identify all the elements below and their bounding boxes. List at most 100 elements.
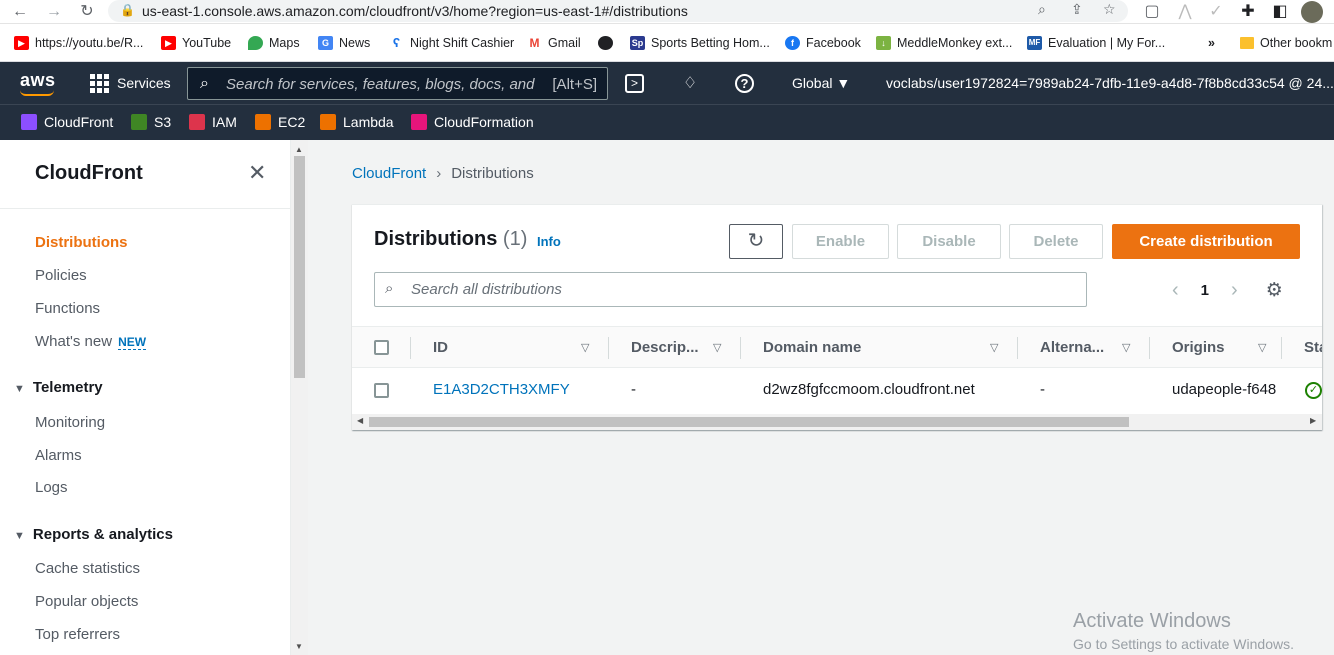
enable-button[interactable]: Enable bbox=[792, 224, 889, 259]
column-header-alternate[interactable]: Alterna... ▽ bbox=[1040, 339, 1130, 356]
close-icon[interactable]: ✕ bbox=[248, 162, 266, 184]
side-navigation: CloudFront ✕ Distributions Policies Func… bbox=[0, 140, 291, 655]
chevron-right-icon[interactable]: › bbox=[1231, 279, 1238, 302]
divider bbox=[0, 208, 291, 209]
column-header-origins[interactable]: Origins ▽ bbox=[1172, 339, 1266, 356]
scroll-left-icon[interactable]: ◀ bbox=[357, 416, 363, 425]
sidepanel-icon[interactable]: ◧ bbox=[1270, 2, 1290, 22]
refresh-button[interactable]: ↻ bbox=[729, 224, 783, 259]
scroll-up-icon[interactable]: ▲ bbox=[295, 145, 303, 154]
column-header-description[interactable]: Descrip... ▽ bbox=[631, 339, 721, 356]
browser-toolbar: ← → ↻ 🔒 us-east-1.console.aws.amazon.com… bbox=[0, 0, 1334, 24]
search-input[interactable]: ⌕ Search all distributions bbox=[374, 272, 1087, 307]
distribution-id-link[interactable]: E1A3D2CTH3XMFY bbox=[433, 381, 570, 398]
sidebar-item-distributions[interactable]: Distributions bbox=[35, 234, 128, 251]
extension-icon[interactable]: ▢ bbox=[1142, 2, 1162, 22]
puzzle-icon[interactable]: ✚ bbox=[1238, 2, 1258, 22]
create-distribution-button[interactable]: Create distribution bbox=[1112, 224, 1300, 259]
back-icon[interactable]: ← bbox=[10, 2, 30, 22]
favorite-s3[interactable]: S3 bbox=[131, 114, 171, 130]
column-header-domain-name[interactable]: Domain name ▽ bbox=[763, 339, 998, 356]
favorite-iam[interactable]: IAM bbox=[189, 114, 237, 130]
scroll-right-icon[interactable]: ▶ bbox=[1310, 416, 1316, 425]
bookmark-item[interactable]: G News bbox=[318, 34, 370, 52]
sidebar-item-alarms[interactable]: Alarms bbox=[35, 447, 82, 464]
bookmark-item[interactable]: ↓ MeddleMonkey ext... bbox=[876, 34, 1012, 52]
bookmark-icon: ʕ bbox=[389, 36, 404, 50]
youtube-icon: ▶ bbox=[161, 36, 176, 50]
avatar[interactable] bbox=[1301, 1, 1323, 23]
account-menu[interactable]: voclabs/user1972824=7989ab24-7dfb-11e9-a… bbox=[886, 75, 1334, 91]
sidebar-item-functions[interactable]: Functions bbox=[35, 300, 100, 317]
other-bookmarks[interactable]: Other bookm bbox=[1240, 34, 1332, 52]
aws-global-nav: aws Services ⌕ Search for services, feat… bbox=[0, 62, 1334, 104]
sidebar-item-whats-new[interactable]: What's new NEW bbox=[35, 333, 147, 350]
bookmark-item[interactable]: ʕ Night Shift Cashier bbox=[389, 34, 514, 52]
star-icon[interactable]: ☆ bbox=[1103, 1, 1116, 18]
facebook-icon: f bbox=[785, 36, 800, 50]
favorite-ec2[interactable]: EC2 bbox=[255, 114, 305, 130]
bookmark-item[interactable]: MF Evaluation | My For... bbox=[1027, 34, 1165, 52]
sidebar-item-policies[interactable]: Policies bbox=[35, 267, 87, 284]
select-all-checkbox[interactable] bbox=[374, 340, 389, 355]
section-reports[interactable]: ▼ Reports & analytics bbox=[14, 526, 173, 543]
bookmark-item[interactable]: Sp Sports Betting Hom... bbox=[630, 34, 770, 52]
extension-icon[interactable]: ⋀ bbox=[1175, 2, 1195, 22]
sidebar-item-monitoring[interactable]: Monitoring bbox=[35, 414, 105, 431]
chevron-left-icon[interactable]: ‹ bbox=[1172, 279, 1179, 302]
sidebar-item-top-referrers[interactable]: Top referrers bbox=[35, 626, 120, 643]
table-horizontal-scrollbar[interactable]: ◀ ▶ bbox=[352, 414, 1322, 430]
bookmark-item[interactable]: M Gmail bbox=[527, 34, 581, 52]
grid-icon bbox=[90, 73, 109, 93]
url-text: us-east-1.console.aws.amazon.com/cloudfr… bbox=[142, 3, 688, 19]
caret-down-icon: ▼ bbox=[14, 530, 25, 542]
favorite-lambda[interactable]: Lambda bbox=[320, 114, 394, 130]
gmail-icon: M bbox=[527, 36, 542, 50]
services-menu-button[interactable]: Services bbox=[90, 72, 171, 94]
region-selector[interactable]: Global ▼ bbox=[792, 75, 850, 91]
column-header-status[interactable]: Sta bbox=[1304, 339, 1322, 356]
status-check-icon: ✓ bbox=[1305, 382, 1322, 399]
sidenav-title[interactable]: CloudFront bbox=[35, 162, 143, 185]
sidenav-scrollbar[interactable]: ▲ ▼ bbox=[291, 140, 308, 655]
gear-icon[interactable]: ⚙ bbox=[1266, 279, 1283, 302]
row-checkbox[interactable] bbox=[374, 383, 389, 398]
info-link[interactable]: Info bbox=[537, 234, 561, 249]
breadcrumb-root[interactable]: CloudFront bbox=[352, 165, 426, 182]
search-icon: ⌕ bbox=[200, 75, 209, 92]
favorite-cloudformation[interactable]: CloudFormation bbox=[411, 114, 534, 130]
bookmark-item[interactable]: Maps bbox=[248, 34, 300, 52]
disable-button[interactable]: Disable bbox=[897, 224, 1001, 259]
cloudfront-icon bbox=[21, 114, 37, 130]
maps-icon bbox=[248, 36, 263, 50]
cloudshell-icon[interactable]: > bbox=[625, 74, 644, 93]
help-icon[interactable]: ? bbox=[735, 74, 754, 93]
scrollbar-thumb[interactable] bbox=[294, 156, 305, 378]
bell-icon[interactable]: ♢ bbox=[680, 74, 700, 94]
scrollbar-thumb[interactable] bbox=[369, 417, 1129, 427]
bookmarks-overflow[interactable]: » bbox=[1208, 34, 1215, 52]
bookmark-item[interactable]: ▶ https://youtu.be/R... bbox=[14, 34, 143, 52]
reload-icon[interactable]: ↻ bbox=[77, 2, 97, 22]
aws-search-input[interactable]: ⌕ Search for services, features, blogs, … bbox=[187, 67, 608, 100]
zoom-icon[interactable]: ⌕ bbox=[1038, 1, 1046, 18]
delete-button[interactable]: Delete bbox=[1009, 224, 1103, 259]
page-title: Distributions (1) bbox=[374, 228, 528, 250]
address-bar[interactable]: 🔒 us-east-1.console.aws.amazon.com/cloud… bbox=[108, 0, 1128, 22]
column-header-id[interactable]: ID ▽ bbox=[433, 339, 589, 356]
bookmark-item[interactable]: ▶ YouTube bbox=[161, 34, 231, 52]
aws-logo[interactable]: aws bbox=[20, 70, 56, 91]
bookmark-item[interactable]: f Facebook bbox=[785, 34, 861, 52]
search-icon: ⌕ bbox=[385, 280, 394, 297]
scroll-down-icon[interactable]: ▼ bbox=[295, 642, 303, 651]
sidebar-item-cache-statistics[interactable]: Cache statistics bbox=[35, 560, 140, 577]
bookmark-item[interactable] bbox=[598, 34, 619, 52]
check-icon[interactable]: ✓ bbox=[1206, 2, 1226, 22]
page-number[interactable]: 1 bbox=[1201, 282, 1209, 299]
sidebar-item-popular-objects[interactable]: Popular objects bbox=[35, 593, 138, 610]
share-icon[interactable]: ⇪ bbox=[1071, 1, 1083, 18]
forward-icon[interactable]: → bbox=[44, 2, 64, 22]
sidebar-item-logs[interactable]: Logs bbox=[35, 479, 68, 496]
section-telemetry[interactable]: ▼ Telemetry bbox=[14, 379, 103, 396]
favorite-cloudfront[interactable]: CloudFront bbox=[21, 114, 113, 130]
